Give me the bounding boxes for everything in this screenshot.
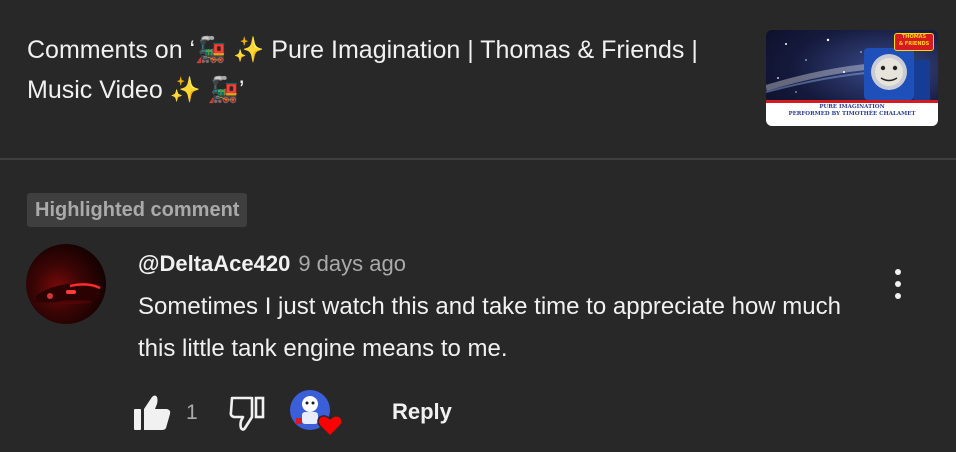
comment-actions: 1 Reply — [130, 388, 930, 438]
more-vert-icon[interactable] — [884, 266, 912, 302]
thumbnail-banner-title: PURE IMAGINATION — [819, 104, 885, 110]
thomas-logo: THOMAS & FRIENDS — [894, 33, 934, 51]
comment-author[interactable]: @DeltaAce420 — [138, 251, 290, 276]
thumbnail-banner: PURE IMAGINATION PERFORMED BY TIMOTHÉE C… — [766, 100, 938, 126]
creator-heart-icon — [290, 388, 344, 438]
like-count: 1 — [186, 401, 198, 424]
thumbs-up-filled-icon[interactable] — [130, 392, 174, 434]
thomas-logo-line2: & FRIENDS — [898, 41, 930, 47]
reply-button[interactable]: Reply — [384, 392, 460, 432]
comments-title: Comments on ‘🚂 ✨ Pure Imagination | Thom… — [27, 36, 698, 104]
comments-page: Comments on ‘🚂 ✨ Pure Imagination | Thom… — [0, 0, 956, 452]
avatar-car-image — [36, 283, 101, 304]
thumbnail-banner-credit: PERFORMED BY TIMOTHÉE CHALAMET — [788, 111, 916, 117]
video-thumbnail[interactable]: THOMAS & FRIENDS PURE IMAGINATION PERFOR… — [766, 30, 938, 126]
header-divider — [0, 158, 956, 160]
highlighted-comment-badge: Highlighted comment — [27, 193, 248, 227]
thumbs-down-outline-icon[interactable] — [226, 392, 270, 434]
commenter-avatar[interactable] — [26, 244, 106, 324]
comments-header: Comments on ‘🚂 ✨ Pure Imagination | Thom… — [0, 0, 956, 158]
comment-timestamp[interactable]: 9 days ago — [298, 251, 406, 276]
comment-text: Sometimes I just watch this and take tim… — [138, 293, 841, 362]
comment-header: @DeltaAce420 9 days ago — [138, 249, 406, 279]
thomas-logo-line1: THOMAS — [901, 34, 927, 40]
